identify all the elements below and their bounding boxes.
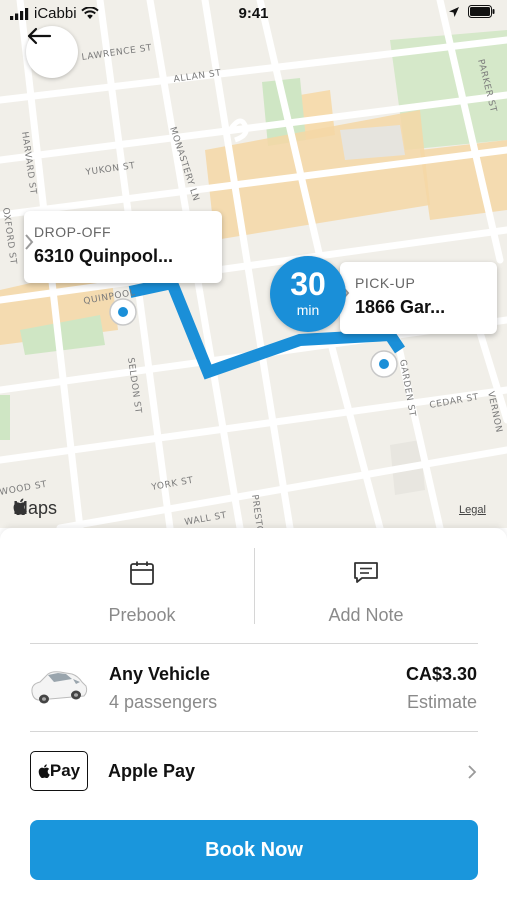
apple-logo-icon: [38, 764, 50, 778]
apple-pay-badge: Pay: [30, 751, 88, 791]
fare-price: CA$3.30: [405, 664, 477, 684]
divider: [30, 731, 478, 732]
add-note-button[interactable]: Add Note: [254, 528, 478, 643]
car-icon: [31, 671, 88, 704]
battery-icon: [468, 5, 495, 18]
eta-unit: min: [296, 302, 320, 318]
chevron-right-icon: [25, 234, 34, 250]
payment-method-name: Apple Pay: [108, 761, 196, 781]
arrow-left-icon: [27, 27, 52, 45]
calendar-icon: [130, 561, 154, 585]
divider: [30, 643, 478, 644]
map-view[interactable]: LAWRENCE ST ALLAN ST PARKER ST HARVARD S…: [0, 0, 507, 528]
pickup-caption: PICK-UP: [355, 275, 416, 291]
eta-value: 30: [290, 266, 326, 302]
dropoff-caption: DROP-OFF: [34, 224, 112, 240]
add-note-label: Add Note: [328, 605, 404, 625]
location-arrow-icon: [449, 6, 459, 17]
fare-estimate-label: Estimate: [406, 692, 477, 712]
vehicle-row[interactable]: Any Vehicle 4 passengers CA$3.30 Estimat…: [0, 646, 507, 732]
legal-link[interactable]: Legal: [459, 504, 486, 516]
apple-pay-badge-text: Pay: [49, 761, 81, 780]
dropoff-card[interactable]: DROP-OFF 6310 Quinpool...: [24, 211, 222, 283]
chevron-right-icon: [468, 765, 477, 779]
status-bar: iCabbi 9:41: [0, 0, 507, 28]
vehicle-name: Any Vehicle: [109, 664, 211, 684]
payment-method-row[interactable]: Pay Apple Pay: [0, 734, 507, 814]
prebook-label: Prebook: [108, 605, 176, 625]
prebook-button[interactable]: Prebook: [30, 528, 254, 643]
vehicle-capacity: 4 passengers: [109, 692, 218, 712]
clock: 9:41: [238, 5, 269, 22]
maps-attribution: Maps: [13, 498, 57, 519]
pickup-card[interactable]: PICK-UP 1866 Gar...: [340, 262, 497, 334]
apple-logo-icon: [13, 498, 27, 515]
note-icon: [354, 562, 378, 583]
eta-bubble: 30 min: [270, 256, 346, 332]
book-now-button[interactable]: Book Now: [30, 820, 478, 880]
pickup-address: 1866 Gar...: [355, 297, 446, 317]
status-right: [448, 5, 495, 18]
dropoff-address: 6310 Quinpool...: [34, 246, 174, 266]
booking-sheet: Prebook Add Note Any Vehicle 4 passenger…: [0, 528, 507, 900]
back-button[interactable]: [26, 26, 78, 78]
